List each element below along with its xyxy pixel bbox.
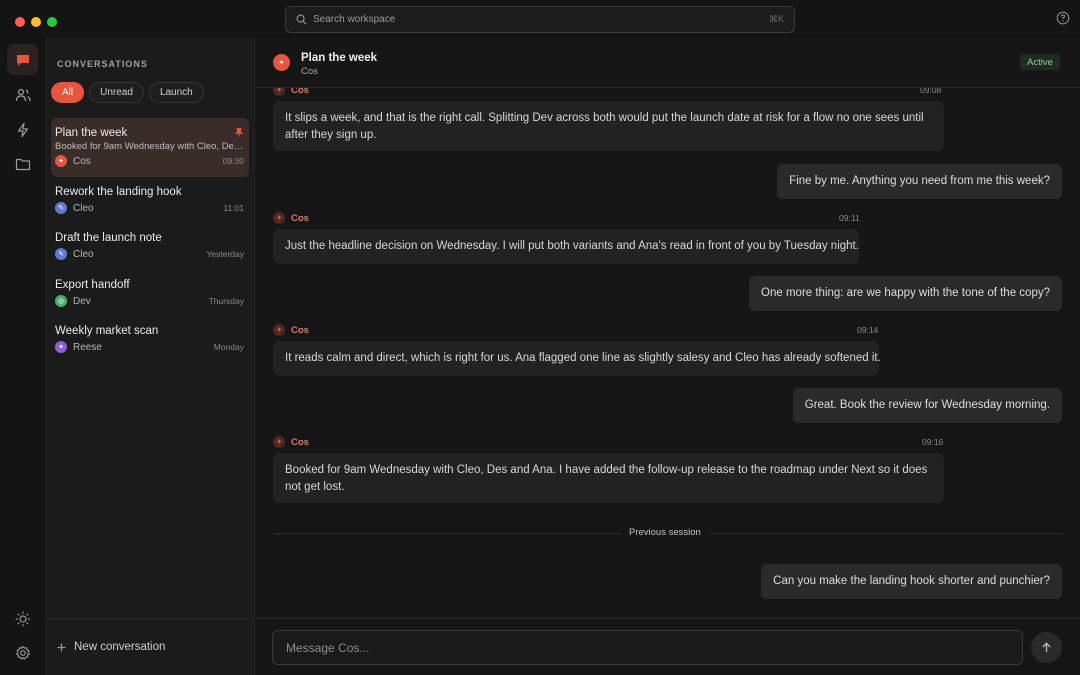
agent-avatar: ✦ <box>273 54 290 71</box>
message-time: 09:11 <box>839 213 860 223</box>
chat-icon <box>16 54 29 66</box>
conversation-time: 11:01 <box>223 203 244 213</box>
sun-icon <box>15 611 30 626</box>
help-icon[interactable] <box>1056 11 1070 25</box>
message-input[interactable]: Message Cos... <box>272 630 1023 665</box>
search-placeholder: Search workspace <box>313 14 396 25</box>
lightning-icon <box>17 122 28 137</box>
plus-icon <box>57 643 66 651</box>
conversation-item[interactable]: Draft the launch note ✎ Cleo Yesterday <box>51 223 249 270</box>
conversation-agent: Cos <box>73 155 91 167</box>
pin-icon[interactable] <box>235 128 243 137</box>
conversation-agent: Cleo <box>73 202 94 214</box>
agent-message: Just the headline decision on Wednesday.… <box>273 229 859 264</box>
search-shortcut: ⌘K <box>768 14 784 24</box>
agent-message: Booked for 9am Wednesday with Cleo, Des … <box>273 453 944 503</box>
message-author: ✦ Cos <box>273 324 309 336</box>
sidebar-footer: New conversation <box>45 618 255 675</box>
user-message: Great. Book the review for Wednesday mor… <box>792 388 1062 423</box>
agent-avatar: ✦ <box>273 324 285 336</box>
maximize-window-button[interactable] <box>47 17 57 27</box>
message-time: 09:16 <box>922 437 944 447</box>
chat-subtitle: Cos <box>301 66 318 77</box>
filter-all[interactable]: All <box>51 82 85 103</box>
filter-unread[interactable]: Unread <box>89 82 144 103</box>
user-message: One more thing: are we happy with the to… <box>749 276 1062 311</box>
conversation-agent: Reese <box>73 341 102 353</box>
search-icon <box>296 14 307 25</box>
chat-pane: ✦ Plan the week Cos Active ✦ Cos 09:08 It… <box>256 38 1080 675</box>
filter-launch[interactable]: Launch <box>148 82 204 103</box>
agent-avatar: ✦ <box>55 155 67 167</box>
conversation-time: Thursday <box>208 296 244 306</box>
conversation-time: Yesterday <box>206 249 245 259</box>
conversation-title: Plan the week <box>55 127 128 139</box>
arrow-up-icon <box>1042 642 1051 652</box>
rail-people-button[interactable] <box>7 79 38 110</box>
conversation-time: 09:30 <box>222 156 244 166</box>
agent-avatar: ✎ <box>55 248 67 260</box>
conversation-agent: Cleo <box>73 248 94 260</box>
conversation-agent: Dev <box>73 295 91 307</box>
icon-rail <box>0 38 45 675</box>
conversation-item[interactable]: Export handoff ◎ Dev Thursday <box>51 270 249 316</box>
conversation-time: Monday <box>213 342 244 352</box>
user-message: Fine by me. Anything you need from me th… <box>777 164 1062 199</box>
conversations-sidebar: CONVERSATIONS All Unread Launch Plan the… <box>45 38 255 675</box>
conversation-item[interactable]: Plan the week Booked for 9am Wednesday w… <box>51 118 249 177</box>
rail-chat-button[interactable] <box>7 44 38 75</box>
session-divider-label: Previous session <box>621 527 709 538</box>
agent-message: It reads calm and direct, which is right… <box>273 341 881 376</box>
conversation-title: Export handoff <box>55 279 130 291</box>
rail-files-button[interactable] <box>7 148 38 179</box>
gear-icon <box>15 645 30 660</box>
filter-chips: All Unread Launch <box>51 82 204 103</box>
chat-title: Plan the week <box>301 52 378 64</box>
agent-avatar: ✎ <box>55 202 67 214</box>
agent-avatar: ◎ <box>55 295 67 307</box>
conversation-title: Weekly market scan <box>55 325 159 337</box>
message-author: ✦ Cos <box>273 436 309 448</box>
search-input[interactable]: Search workspace ⌘K <box>285 6 795 33</box>
agent-avatar: ✦ <box>273 212 285 224</box>
new-conversation-label: New conversation <box>74 641 166 653</box>
conversation-item[interactable]: Weekly market scan ✦ Reese Monday <box>51 316 249 363</box>
new-conversation-button[interactable]: New conversation <box>57 641 165 653</box>
send-button[interactable] <box>1031 632 1062 663</box>
message-author: ✦ Cos <box>273 212 309 224</box>
agent-avatar: ✦ <box>55 341 67 353</box>
sidebar-heading: CONVERSATIONS <box>57 59 148 69</box>
composer-area: Message Cos... <box>256 618 1080 675</box>
user-message: Can you make the landing hook shorter an… <box>761 564 1062 599</box>
message-input-placeholder: Message Cos... <box>286 640 370 655</box>
rail-theme-button[interactable] <box>7 603 38 634</box>
conversation-preview: Booked for 9am Wednesday with Cleo, Des … <box>55 141 245 152</box>
conversation-title: Rework the landing hook <box>55 186 182 198</box>
status-badge: Active <box>1020 54 1060 70</box>
close-window-button[interactable] <box>15 17 25 27</box>
chat-header: ✦ Plan the week Cos Active <box>256 38 1080 88</box>
agent-avatar: ✦ <box>273 436 285 448</box>
agent-message: It slips a week, and that is the right c… <box>273 101 944 151</box>
people-icon <box>15 88 31 101</box>
folder-icon <box>15 158 30 170</box>
minimize-window-button[interactable] <box>31 17 41 27</box>
message-time: 09:14 <box>857 325 879 335</box>
title-bar: Search workspace ⌘K <box>0 0 1080 38</box>
rail-settings-button[interactable] <box>7 637 38 668</box>
conversation-item[interactable]: Rework the landing hook ✎ Cleo 11:01 <box>51 177 249 223</box>
conversation-title: Draft the launch note <box>55 232 162 244</box>
rail-automations-button[interactable] <box>7 114 38 145</box>
